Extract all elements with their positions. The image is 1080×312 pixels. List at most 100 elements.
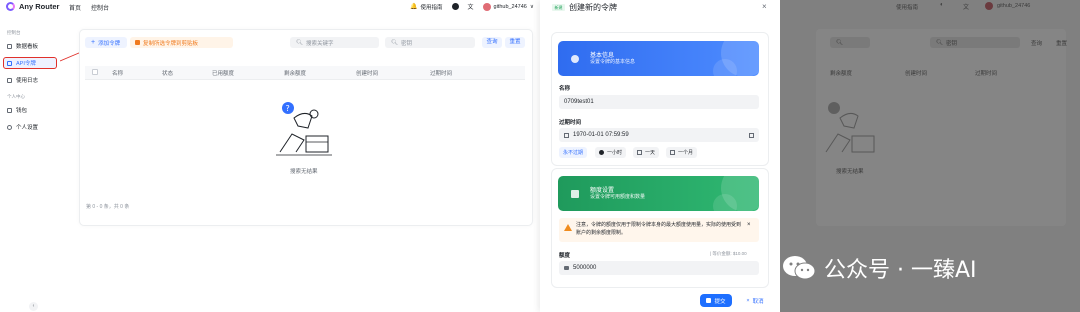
sidebar-item-label: 钱包 (16, 108, 28, 114)
calendar-icon (637, 150, 642, 155)
nav-console[interactable]: 控制台 (91, 3, 109, 12)
overlay-language-icon: 文 (963, 5, 970, 11)
column-name: 名称 (112, 71, 124, 77)
sidebar-item-api-token[interactable]: API令牌 (3, 57, 57, 69)
column-used-quota: 已用额度 (212, 71, 235, 77)
add-token-label: 添加令牌 (98, 40, 121, 47)
app-logo (6, 2, 15, 11)
copy-tokens-label: 复制所选令牌到剪贴板 (143, 40, 199, 47)
empty-search-illustration: ? (276, 102, 332, 156)
overlay-theme-icon: ◐ (940, 2, 944, 8)
close-icon[interactable]: × (747, 222, 751, 228)
key-search-input[interactable]: 🔍︎ 密钥 (385, 37, 475, 48)
username[interactable]: github_24746 (494, 4, 527, 10)
basic-info-banner: 基本信息 设置令牌的基本信息 (558, 41, 759, 76)
sidebar-item-label: 个人设置 (16, 125, 39, 131)
sidebar-item-label: 数据看板 (16, 44, 39, 50)
copy-tokens-button[interactable]: 复制所选令牌到剪贴板 (130, 37, 233, 48)
calendar-picker-icon[interactable] (749, 132, 754, 138)
expire-option-label: 一天 (645, 150, 656, 156)
sidebar-item-settings[interactable]: 个人设置 (4, 122, 56, 132)
plus-icon: + (91, 39, 96, 46)
close-icon[interactable]: × (762, 2, 767, 11)
expire-option-label: 一小时 (607, 150, 623, 156)
chart-icon (7, 77, 12, 83)
theme-toggle-icon[interactable] (451, 3, 459, 10)
expire-option-month[interactable]: 一个月 (666, 147, 698, 158)
calendar-icon (670, 150, 675, 155)
wallet-icon (7, 107, 12, 113)
empty-result-text: 搜索无结果 (290, 169, 318, 175)
submit-label: 提交 (714, 298, 726, 305)
create-token-drawer: 新建 创建新的令牌 × 基本信息 设置令牌的基本信息 名称 0709test01… (540, 0, 780, 312)
sidebar-item-wallet[interactable]: 钱包 (4, 105, 56, 115)
quota-equivalent-hint: | 等价金额: $10.00 (710, 251, 747, 256)
overlay-col-expire: 过期时间 (975, 71, 998, 77)
overlay-query: 查询 (1031, 41, 1043, 47)
save-icon (706, 298, 712, 303)
user-icon (7, 124, 12, 130)
keyword-search-input[interactable]: 🔍︎ 搜索关键字 (290, 37, 379, 48)
table-header: 名称 状态 已用额度 剩余额度 创建时间 过期时间 (85, 66, 525, 80)
name-label: 名称 (559, 86, 571, 92)
reset-button[interactable]: 重置 (505, 37, 525, 48)
select-all-checkbox[interactable] (92, 69, 98, 75)
expire-label: 过期时间 (559, 120, 582, 126)
app-title: Any Router (19, 2, 60, 11)
sidebar-item-dashboard[interactable]: 数据看板 (4, 41, 56, 51)
search-icon: 🔍︎ (836, 39, 843, 46)
nav-home[interactable]: 首页 (69, 3, 81, 12)
quota-label: 额度 (559, 253, 571, 259)
quota-banner: 额度设置 设置令牌可用额度和数量 (558, 176, 759, 211)
watermark-text: 公众号 · 一臻AI (824, 258, 977, 283)
column-remaining-quota: 剩余额度 (284, 71, 307, 77)
basic-info-subtitle: 设置令牌的基本信息 (590, 59, 636, 65)
name-value: 0709test01 (564, 99, 594, 105)
query-button[interactable]: 查询 (482, 37, 502, 48)
quota-value: 5000000 (573, 265, 597, 271)
banner-decoration (713, 59, 737, 76)
bell-icon[interactable]: 🔔 (410, 3, 417, 10)
dashboard-icon (7, 43, 12, 49)
overlay-username: github_24746 (997, 3, 1031, 9)
pagination-info: 第 0 - 0 条，共 0 条 (86, 204, 130, 210)
chevron-down-icon[interactable]: ∨ (530, 4, 534, 10)
overlay-col-remaining: 剩余额度 (830, 71, 853, 77)
calendar-icon (564, 132, 569, 138)
sidebar-collapse-button[interactable]: ‹ (29, 302, 38, 311)
modal-overlay[interactable]: 使用指南 ◐ 文 github_24746 🔍︎ 🔍︎ 密钥 查询 重置 剩余额… (780, 0, 1080, 312)
overlay-empty-text: 搜索无结果 (836, 169, 864, 175)
sidebar-item-usage-log[interactable]: 使用日志 (4, 75, 56, 85)
topbar-actions: 🔔 使用指南 文 github_24746 ∨ (410, 2, 534, 11)
name-field[interactable]: 0709test01 (559, 95, 759, 109)
submit-button[interactable]: 提交 (700, 294, 732, 307)
avatar[interactable] (482, 2, 491, 11)
expire-option-hour[interactable]: 一小时 (595, 147, 627, 158)
column-expire-time: 过期时间 (430, 71, 453, 77)
expire-option-label: 一个月 (678, 150, 694, 156)
add-token-button[interactable]: + 添加令牌 (85, 37, 127, 48)
sidebar-item-label: 使用日志 (16, 78, 39, 84)
sidebar-item-label: API令牌 (16, 61, 36, 67)
search-icon: 🔍︎ (296, 39, 303, 46)
drawer-title: 创建新的令牌 (569, 3, 617, 12)
sidebar-group-console: 控制台 (7, 30, 21, 35)
cancel-label: 取消 (752, 298, 764, 305)
overlay-search-placeholder: 密钥 (945, 40, 957, 47)
guide-link[interactable]: 使用指南 (420, 3, 442, 11)
warning-icon (564, 224, 572, 231)
notice-text: 注意，令牌的额度仅用于限制令牌本身的最大额度使用量，实际的使用受到账户的剩余额度… (576, 222, 742, 236)
expire-option-day[interactable]: 一天 (633, 147, 660, 158)
close-icon: × (746, 297, 750, 304)
key-search-placeholder: 密钥 (400, 40, 412, 47)
column-created-time: 创建时间 (356, 71, 379, 77)
sidebar-group-personal: 个人中心 (7, 94, 25, 99)
language-icon[interactable]: 文 (468, 2, 474, 11)
expire-option-never[interactable]: 永不过期 (559, 147, 588, 158)
expire-time-field[interactable]: 1970-01-01 07:59:59 (559, 128, 759, 142)
info-icon (571, 55, 579, 63)
keyword-search-placeholder: 搜索关键字 (305, 40, 334, 47)
cancel-button[interactable]: × 取消 (740, 294, 770, 307)
quota-field[interactable]: 5000000 (559, 261, 759, 275)
overlay-search-key: 🔍︎ 密钥 (930, 37, 1020, 48)
